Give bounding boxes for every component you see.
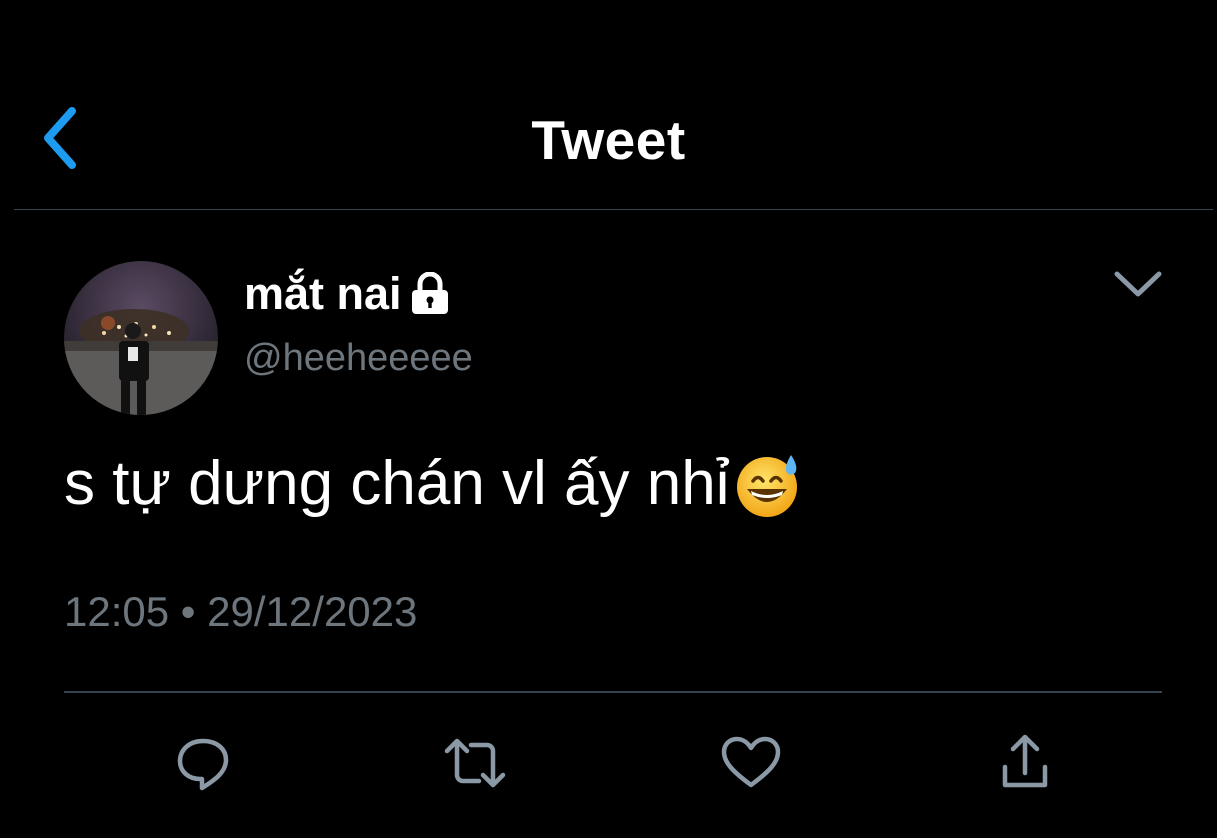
tweet-time: 12:05 [64, 588, 170, 635]
lock-icon [410, 272, 450, 316]
header-divider [14, 209, 1213, 210]
chevron-down-icon [1113, 269, 1163, 304]
author-handle[interactable]: @heeheeeee [244, 337, 473, 380]
tweet-timestamp[interactable]: 12:05 • 29/12/2023 [64, 588, 417, 636]
top-bar: Tweet [0, 0, 1217, 210]
tweet-body: s tự dưng chán vl ấy nhỉ [64, 448, 803, 519]
like-button[interactable] [716, 730, 786, 800]
actions-divider [64, 691, 1162, 693]
avatar[interactable] [64, 261, 218, 415]
page-title: Tweet [531, 109, 686, 171]
reply-icon [173, 733, 233, 798]
retweet-button[interactable] [440, 730, 510, 800]
share-icon [997, 733, 1053, 798]
tweet-date: 29/12/2023 [207, 588, 418, 635]
retweet-icon [443, 733, 507, 798]
reply-button[interactable] [168, 730, 238, 800]
share-button[interactable] [990, 730, 1060, 800]
timestamp-separator: • [180, 588, 196, 635]
display-name-text: mắt nai [244, 268, 402, 319]
tweet-actions [0, 722, 1217, 802]
heart-icon [720, 735, 782, 796]
author-name[interactable]: mắt nai [244, 268, 450, 320]
grinning-face-with-sweat-icon [733, 449, 803, 519]
tweet-text: s tự dưng chán vl ấy nhỉ [64, 449, 730, 518]
tweet-menu-button[interactable] [1110, 262, 1166, 310]
